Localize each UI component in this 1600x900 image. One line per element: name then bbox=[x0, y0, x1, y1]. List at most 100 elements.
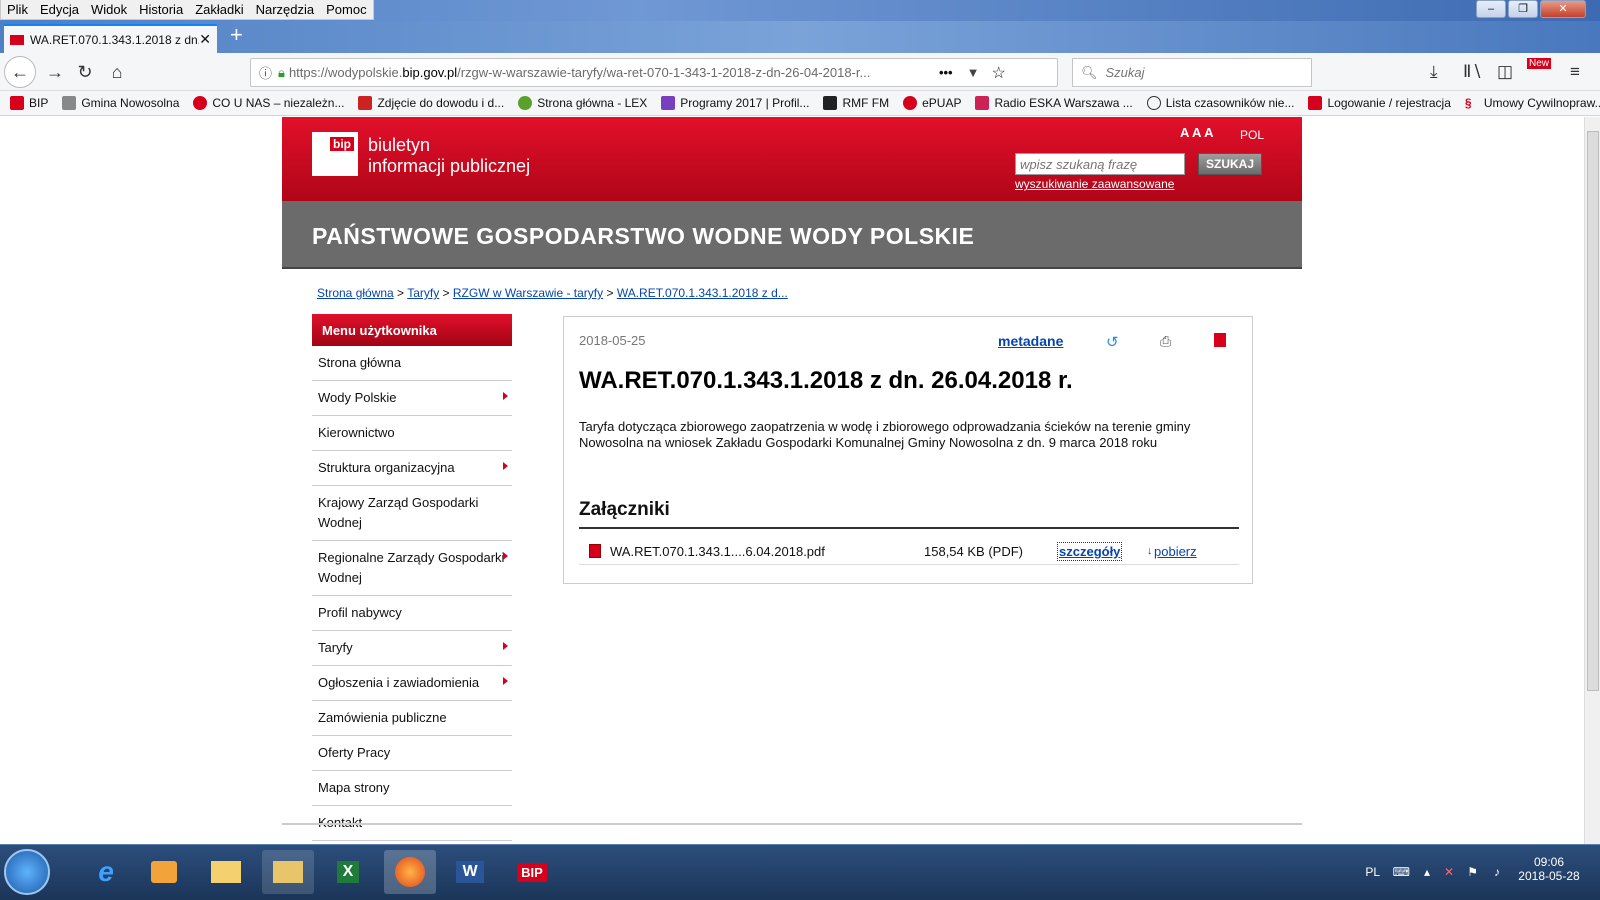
info-icon[interactable]: ⓘ bbox=[259, 63, 272, 82]
attachment-download-link[interactable]: pobierz bbox=[1154, 544, 1197, 559]
browser-search-input[interactable] bbox=[1103, 64, 1304, 81]
breadcrumb-current[interactable]: WA.RET.070.1.343.1.2018 z d... bbox=[617, 286, 788, 300]
hamburger-menu-icon[interactable]: ≡ bbox=[1570, 62, 1580, 82]
site-search-button[interactable]: SZUKAJ bbox=[1198, 153, 1262, 175]
bookmark-item[interactable]: Zdjęcie do dowodu i d... bbox=[358, 96, 504, 110]
menu-view[interactable]: Widok bbox=[85, 0, 133, 19]
sidebar-item-home[interactable]: Strona główna bbox=[312, 346, 512, 381]
url-bar[interactable]: ⓘ 🔒︎ https://wodypolskie.bip.gov.pl/rzgw… bbox=[250, 58, 1058, 87]
bookmark-item[interactable]: ePUAP bbox=[903, 96, 961, 110]
forward-button[interactable]: → bbox=[42, 59, 68, 85]
minimize-button[interactable]: – bbox=[1476, 0, 1506, 18]
organization-title: PAŃSTWOWE GOSPODARSTWO WODNE WODY POLSKI… bbox=[312, 223, 975, 249]
sidebar-item-krajowy-zarzad[interactable]: Krajowy Zarząd Gospodarki Wodnej bbox=[312, 486, 512, 541]
menu-tools[interactable]: Narzędzia bbox=[250, 0, 321, 19]
bookmark-item[interactable]: RMF FM bbox=[823, 96, 889, 110]
downloads-icon[interactable]: ⤓ bbox=[1430, 62, 1438, 82]
bookmark-item[interactable]: § Umowy Cywilnopraw... bbox=[1465, 96, 1600, 110]
tab-active[interactable]: WA.RET.070.1.343.1.2018 z dn. 26.04.2018… bbox=[4, 24, 217, 53]
bookmark-favicon-icon bbox=[975, 96, 990, 110]
menu-file[interactable]: Plik bbox=[1, 0, 34, 19]
back-button[interactable]: ← bbox=[4, 56, 36, 88]
reload-button[interactable]: ↻ bbox=[72, 59, 98, 85]
sidebar-item-ogloszenia[interactable]: Ogłoszenia i zawiadomienia bbox=[312, 666, 512, 701]
sidebar-item-zamowienia[interactable]: Zamówienia publiczne bbox=[312, 701, 512, 736]
bookmark-item[interactable]: CO U NAS – niezależn... bbox=[193, 96, 344, 110]
bookmark-item[interactable]: Logowanie / rejestracja bbox=[1308, 96, 1451, 110]
vertical-scrollbar[interactable] bbox=[1584, 117, 1600, 844]
sidebar-icon[interactable]: ◫ bbox=[1497, 62, 1513, 82]
pocket-icon[interactable]: ▼ bbox=[967, 65, 980, 80]
attachment-details-link[interactable]: szczegóły bbox=[1057, 542, 1123, 561]
submenu-arrow-icon bbox=[503, 462, 508, 470]
sidebar-item-oferty-pracy[interactable]: Oferty Pracy bbox=[312, 736, 512, 771]
breadcrumb-rzgw[interactable]: RZGW w Warszawie - taryfy bbox=[453, 286, 603, 300]
submenu-arrow-icon bbox=[503, 677, 508, 685]
action-center-icon[interactable]: ⚑ bbox=[1467, 865, 1478, 879]
sidebar-item-kierownictwo[interactable]: Kierownictwo bbox=[312, 416, 512, 451]
close-window-button[interactable]: ✕ bbox=[1540, 0, 1586, 18]
menu-edit[interactable]: Edycja bbox=[34, 0, 85, 19]
tray-language[interactable]: PL bbox=[1365, 865, 1380, 879]
bookmark-item[interactable]: BIP bbox=[10, 96, 48, 110]
tray-clock[interactable]: 09:06 2018-05-28 bbox=[1514, 855, 1584, 883]
bookmark-item[interactable]: Lista czasowników nie... bbox=[1146, 96, 1294, 110]
home-button[interactable]: ⌂ bbox=[104, 59, 130, 85]
bookmark-star-icon[interactable]: ☆ bbox=[991, 63, 1005, 83]
print-icon[interactable]: ⎙ bbox=[1160, 333, 1176, 349]
start-button[interactable] bbox=[4, 849, 50, 895]
keyboard-icon[interactable]: ⌨ bbox=[1393, 865, 1410, 879]
submenu-arrow-icon bbox=[503, 552, 508, 560]
network-icon[interactable]: ✕ bbox=[1444, 865, 1454, 879]
bookmark-favicon-icon bbox=[10, 96, 24, 110]
sidebar-item-mapa-strony[interactable]: Mapa strony bbox=[312, 771, 512, 806]
volume-icon[interactable]: ♪ bbox=[1494, 865, 1500, 879]
sidebar-item-taryfy[interactable]: Taryfy bbox=[312, 631, 512, 666]
media-player-icon[interactable] bbox=[138, 850, 190, 894]
page-viewport: bip biuletyn informacji publicznej A A A… bbox=[0, 117, 1584, 844]
maximize-button[interactable]: ❐ bbox=[1508, 0, 1538, 18]
language-switch[interactable]: POL bbox=[1240, 128, 1264, 142]
bookmark-item[interactable]: Radio ESKA Warszawa ... bbox=[975, 96, 1133, 110]
menu-bookmarks[interactable]: Zakładki bbox=[189, 0, 249, 19]
menu-help[interactable]: Pomoc bbox=[320, 0, 372, 19]
globe-icon bbox=[1146, 96, 1161, 110]
folder-app-icon[interactable] bbox=[262, 850, 314, 894]
advanced-search-link[interactable]: wyszukiwanie zaawansowane bbox=[1015, 177, 1174, 191]
page-actions-icon[interactable]: ••• bbox=[939, 65, 953, 80]
footer-divider bbox=[282, 823, 1302, 825]
sidebar-item-regionalne-zarzady[interactable]: Regionalne Zarządy Gospodarki Wodnej bbox=[312, 541, 512, 596]
pdf-export-icon[interactable] bbox=[1214, 333, 1226, 347]
sidebar-item-struktura[interactable]: Struktura organizacyjna bbox=[312, 451, 512, 486]
bookmark-item[interactable]: Programy 2017 | Profil... bbox=[661, 96, 809, 110]
breadcrumb-home[interactable]: Strona główna bbox=[317, 286, 394, 300]
bookmark-item[interactable]: Gmina Nowosolna bbox=[62, 96, 179, 110]
breadcrumb-taryfy[interactable]: Taryfy bbox=[407, 286, 439, 300]
sidebar-item-profil-nabywcy[interactable]: Profil nabywcy bbox=[312, 596, 512, 631]
publication-date: 2018-05-25 bbox=[579, 333, 646, 348]
tray-expand-icon[interactable]: ▴ bbox=[1424, 865, 1430, 879]
bip-logo[interactable]: bip bbox=[312, 132, 358, 176]
scrollbar-thumb[interactable] bbox=[1587, 131, 1599, 691]
site-search-input[interactable] bbox=[1015, 153, 1185, 175]
bip-app-icon[interactable]: BIP bbox=[506, 850, 558, 894]
menu-history[interactable]: Historia bbox=[133, 0, 189, 19]
paragraph-icon: § bbox=[1464, 96, 1472, 110]
new-badge[interactable]: New bbox=[1527, 58, 1552, 69]
ie-icon[interactable]: e bbox=[80, 850, 132, 894]
library-icon[interactable]: Ⅱ∖ bbox=[1463, 62, 1482, 82]
font-size-switcher[interactable]: A A A bbox=[1180, 125, 1213, 140]
bookmark-item[interactable]: Strona główna - LEX bbox=[518, 96, 647, 110]
sidebar-item-wody-polskie[interactable]: Wody Polskie bbox=[312, 381, 512, 416]
new-tab-button[interactable]: + bbox=[230, 24, 243, 46]
close-tab-icon[interactable]: ✕ bbox=[199, 31, 211, 48]
browser-search-bar[interactable]: 🔍︎ bbox=[1072, 58, 1312, 87]
word-icon[interactable]: W bbox=[444, 850, 496, 894]
firefox-icon[interactable] bbox=[384, 850, 436, 894]
metadata-link[interactable]: metadane bbox=[998, 333, 1063, 349]
explorer-icon[interactable] bbox=[200, 850, 252, 894]
bookmark-favicon-icon bbox=[518, 96, 533, 110]
excel-icon[interactable]: X bbox=[322, 850, 374, 894]
url-text: https://wodypolskie.bip.gov.pl/rzgw-w-wa… bbox=[288, 65, 871, 80]
history-icon[interactable]: ↺ bbox=[1106, 333, 1122, 351]
